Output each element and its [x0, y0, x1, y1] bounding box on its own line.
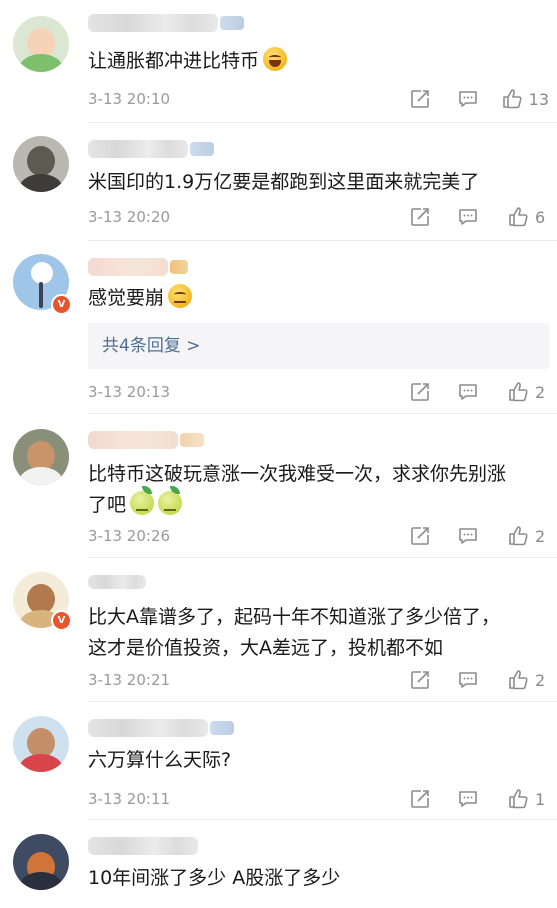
like-button[interactable]: 2 — [507, 524, 549, 548]
username-blurred[interactable] — [88, 719, 234, 737]
comment-icon[interactable] — [457, 380, 479, 404]
comment-icon[interactable] — [457, 205, 479, 229]
timestamp: 3-13 20:21 — [88, 671, 171, 689]
thumb-up-icon — [501, 88, 523, 110]
comment-icon[interactable] — [457, 668, 479, 692]
like-button[interactable]: 2 — [507, 668, 549, 692]
comment-icon[interactable] — [457, 87, 479, 111]
comment-meta: 3-13 20:10 13 — [88, 87, 549, 111]
comment-item: 米国印的1.9万亿要是都跑到这里面来就完美了 3-13 20:20 6 — [0, 123, 557, 240]
timestamp: 3-13 20:20 — [88, 208, 171, 226]
comment-body: 六万算什么天际? — [88, 749, 232, 771]
comment-meta: 3-13 20:11 1 — [88, 787, 549, 811]
like-count: 13 — [528, 89, 549, 109]
like-count: 6 — [535, 207, 546, 227]
username-blurred[interactable] — [88, 140, 214, 158]
like-count: 2 — [535, 526, 546, 546]
comment-text: 感觉要崩 — [88, 283, 543, 314]
thumb-up-icon — [507, 788, 529, 810]
comment-meta: 3-13 20:20 6 — [88, 205, 549, 229]
comment-item: V 感觉要崩 共4条回复 > 3-13 20:13 2 — [0, 241, 557, 413]
username-blurred[interactable] — [88, 837, 198, 855]
comment-body: 米国印的1.9万亿要是都跑到这里面来就完美了 — [88, 171, 480, 193]
share-icon[interactable] — [409, 524, 431, 548]
comment-feed: 让通胀都冲进比特币 3-13 20:10 13 米国印的1.9万亿要是都跑到这里… — [0, 0, 557, 908]
comment-meta: 3-13 20:26 2 — [88, 524, 549, 548]
comment-item: 六万算什么天际? 3-13 20:11 1 — [0, 702, 557, 819]
share-icon[interactable] — [409, 668, 431, 692]
timestamp: 3-13 20:13 — [88, 383, 171, 401]
comment-text: 比大A靠谱多了，起码十年不知道涨了多少倍了， 这才是价值投资，大A差远了，投机都… — [88, 602, 543, 664]
share-icon[interactable] — [409, 87, 431, 111]
sick-emoji — [158, 486, 183, 515]
comment-meta: 3-13 20:13 2 — [88, 380, 549, 404]
comment-text: 六万算什么天际? — [88, 745, 543, 776]
comment-body-line-2: 这才是价值投资，大A差远了，投机都不如 — [88, 637, 443, 659]
avatar[interactable] — [13, 429, 69, 485]
share-icon[interactable] — [409, 380, 431, 404]
timestamp: 3-13 20:11 — [88, 790, 171, 808]
timestamp: 3-13 20:10 — [88, 90, 171, 108]
comment-meta: 3-13 20:21 2 — [88, 668, 549, 692]
comment-item: 比特币这破玩意涨一次我难受一次，求求你先别涨 了吧 3-13 20:26 2 — [0, 414, 557, 557]
comment-body: 感觉要崩 — [88, 287, 165, 309]
comment-item: 让通胀都冲进比特币 3-13 20:10 13 — [0, 0, 557, 122]
share-icon[interactable] — [409, 205, 431, 229]
timestamp: 3-13 20:26 — [88, 527, 171, 545]
thumb-up-icon — [507, 525, 529, 547]
avatar[interactable] — [13, 716, 69, 772]
username-blurred[interactable] — [88, 431, 204, 449]
like-count: 2 — [535, 382, 546, 402]
like-button[interactable]: 1 — [507, 787, 549, 811]
like-count: 1 — [535, 789, 546, 809]
verified-badge: V — [51, 610, 72, 631]
like-button[interactable]: 13 — [501, 87, 549, 111]
comment-text: 米国印的1.9万亿要是都跑到这里面来就完美了 — [88, 167, 543, 198]
thumb-up-icon — [507, 206, 529, 228]
comment-body: 10年间涨了多少 A股涨了多少 — [88, 867, 341, 889]
comment-text: 比特币这破玩意涨一次我难受一次，求求你先别涨 了吧 — [88, 459, 543, 521]
verified-badge: V — [51, 294, 72, 315]
like-count: 2 — [535, 670, 546, 690]
username-blurred[interactable] — [88, 14, 244, 32]
avatar[interactable] — [13, 834, 69, 890]
view-replies-link[interactable]: 共4条回复 > — [88, 323, 549, 369]
comment-body-line-1: 比大A靠谱多了，起码十年不知道涨了多少倍了， — [88, 606, 500, 628]
sick-emoji — [130, 486, 155, 515]
comment-icon[interactable] — [457, 787, 479, 811]
comment-text: 让通胀都冲进比特币 — [88, 46, 543, 77]
grin-emoji — [263, 47, 288, 71]
replies-label: 共4条回复 > — [102, 336, 201, 356]
thumb-up-icon — [507, 669, 529, 691]
comment-icon[interactable] — [457, 524, 479, 548]
comment-body-line-2: 了吧 — [88, 494, 127, 516]
username-blurred[interactable] — [88, 575, 146, 589]
avatar[interactable] — [13, 136, 69, 192]
thumb-up-icon — [507, 381, 529, 403]
comment-item: 10年间涨了多少 A股涨了多少 — [0, 820, 557, 908]
comment-body: 让通胀都冲进比特币 — [88, 50, 260, 72]
comment-body-line-1: 比特币这破玩意涨一次我难受一次，求求你先别涨 — [88, 463, 507, 485]
share-icon[interactable] — [409, 787, 431, 811]
smirk-emoji — [168, 284, 193, 308]
like-button[interactable]: 6 — [507, 205, 549, 229]
avatar[interactable] — [13, 16, 69, 72]
comment-item: V 比大A靠谱多了，起码十年不知道涨了多少倍了， 这才是价值投资，大A差远了，投… — [0, 558, 557, 701]
comment-text: 10年间涨了多少 A股涨了多少 — [88, 863, 543, 894]
like-button[interactable]: 2 — [507, 380, 549, 404]
username-blurred[interactable] — [88, 258, 188, 276]
